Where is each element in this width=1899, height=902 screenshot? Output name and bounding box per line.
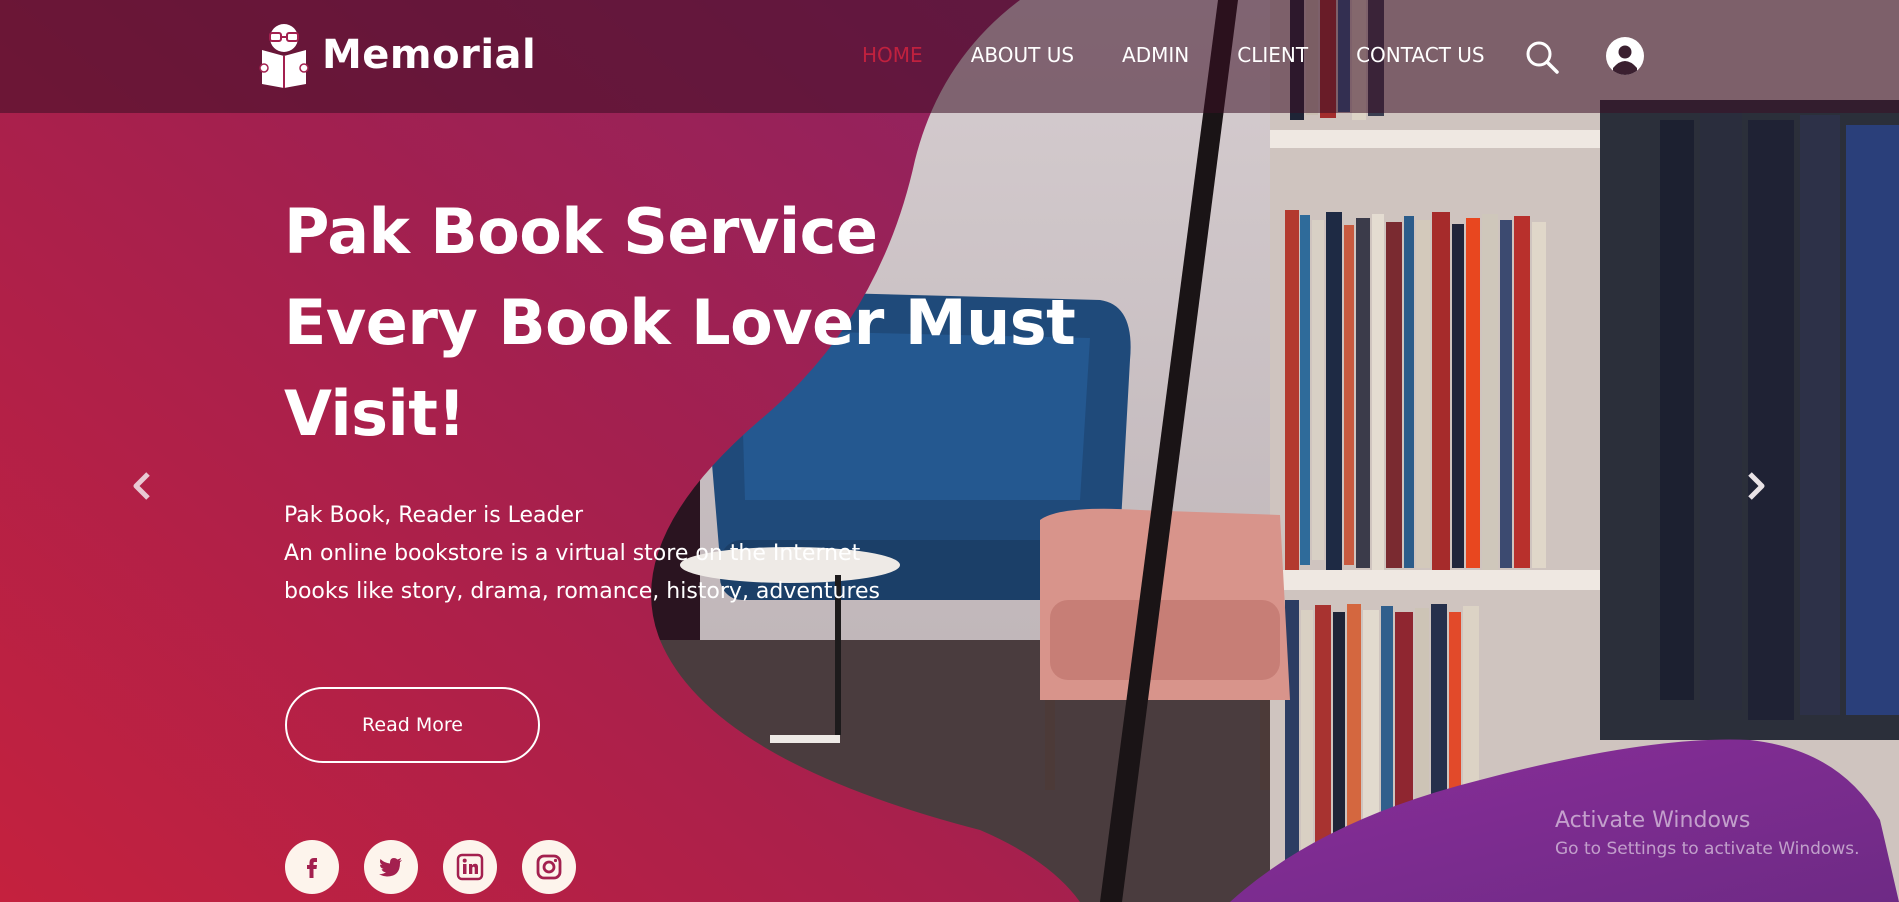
nav-item-about-us[interactable]: ABOUT US — [971, 43, 1074, 67]
instagram-icon[interactable] — [522, 840, 576, 894]
user-icon — [1613, 45, 1637, 75]
hero-title-line: Every Book Lover Must — [284, 286, 1076, 359]
twitter-icon[interactable] — [364, 840, 418, 894]
hero-description-line: Pak Book, Reader is Leader — [284, 503, 584, 528]
chevron-right-icon[interactable] — [1744, 470, 1768, 502]
search-icon[interactable] — [1525, 40, 1559, 74]
brand-name: Memorial — [322, 32, 537, 78]
reader-with-book-icon — [259, 24, 309, 88]
main-nav: HOME ABOUT US ADMIN CLIENT CONTACT US — [862, 43, 1533, 67]
read-more-button[interactable]: Read More — [285, 687, 540, 763]
brand-logo[interactable]: Memorial — [258, 22, 536, 88]
social-links — [285, 840, 576, 894]
hero-section: Memorial HOME ABOUT US ADMIN CLIENT CONT… — [0, 0, 1899, 902]
linkedin-icon[interactable] — [443, 840, 497, 894]
nav-item-contact-us[interactable]: CONTACT US — [1356, 43, 1485, 67]
nav-item-home[interactable]: HOME — [862, 43, 923, 67]
watermark-title: Activate Windows — [1555, 808, 1751, 833]
facebook-icon[interactable] — [285, 840, 339, 894]
hero-description-line: books like story, drama, romance, histor… — [284, 579, 880, 604]
top-navbar: Memorial HOME ABOUT US ADMIN CLIENT CONT… — [0, 0, 1899, 113]
chevron-left-icon[interactable] — [130, 470, 154, 502]
hero-title-line: Visit! — [284, 377, 466, 450]
nav-item-client[interactable]: CLIENT — [1237, 43, 1308, 67]
nav-item-admin[interactable]: ADMIN — [1122, 43, 1189, 67]
hero-title: Pak Book Service Every Book Lover Must V… — [284, 186, 1076, 459]
hero-description-line: An online bookstore is a virtual store o… — [284, 541, 861, 566]
watermark-subtitle: Go to Settings to activate Windows. — [1555, 839, 1860, 859]
hero-description: Pak Book, Reader is Leader An online boo… — [284, 497, 880, 611]
windows-activation-watermark: Activate Windows Go to Settings to activ… — [1555, 808, 1860, 859]
hero-title-line: Pak Book Service — [284, 195, 878, 268]
user-account-button[interactable] — [1606, 37, 1644, 75]
